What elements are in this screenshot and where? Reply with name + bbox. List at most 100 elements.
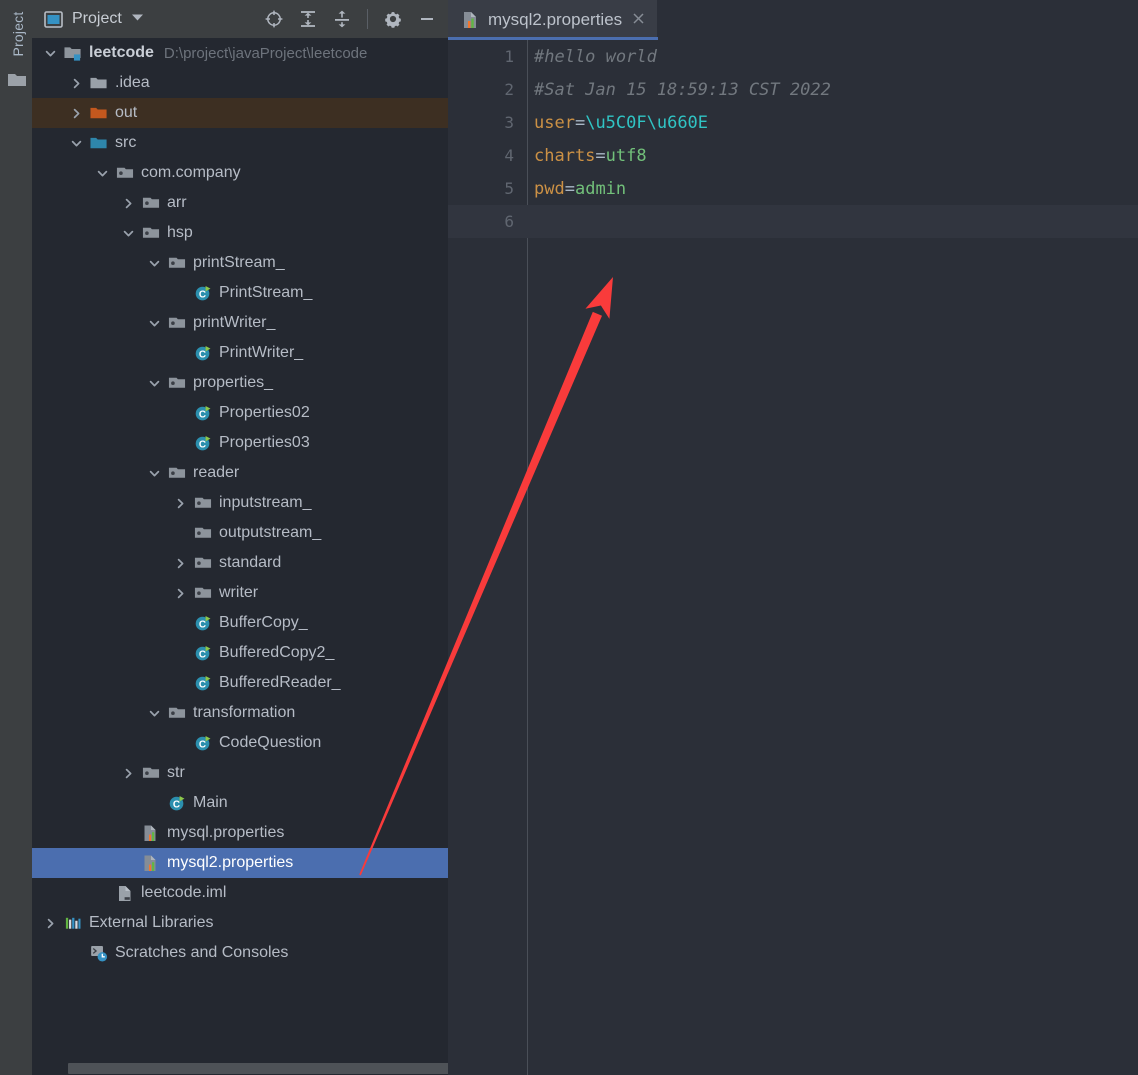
- tree-chevron-right-icon[interactable]: [68, 75, 84, 91]
- tree-row[interactable]: arr: [32, 188, 448, 218]
- code-line[interactable]: 4 charts=utf8: [448, 139, 1138, 172]
- package-icon: [168, 464, 186, 482]
- tree-row[interactable]: C PrintWriter_: [32, 338, 448, 368]
- tree-row-label: PrintStream_: [219, 284, 313, 301]
- code-token: \u5C0F\u660E: [585, 112, 709, 133]
- tree-chevron-right-icon[interactable]: [68, 105, 84, 121]
- tree-row[interactable]: properties_: [32, 368, 448, 398]
- tree-row-label: Properties03: [219, 434, 310, 451]
- tree-chevron-down-icon[interactable]: [146, 705, 162, 721]
- svg-text:C: C: [199, 349, 206, 360]
- tree-row[interactable]: printStream_: [32, 248, 448, 278]
- tree-chevron-right-icon[interactable]: [42, 915, 58, 931]
- editor-tab-mysql2-properties[interactable]: mysql2.properties: [448, 0, 658, 40]
- tree-row[interactable]: C Main: [32, 788, 448, 818]
- java-class-icon: C: [194, 344, 212, 362]
- tree-row[interactable]: standard: [32, 548, 448, 578]
- tree-row[interactable]: C BufferedReader_: [32, 668, 448, 698]
- tool-strip-project-label[interactable]: Project: [10, 0, 26, 70]
- tree-row[interactable]: com.company: [32, 158, 448, 188]
- tree-row[interactable]: mysql.properties: [32, 818, 448, 848]
- project-panel-hscrollbar-track[interactable]: [32, 1062, 474, 1075]
- iml-module-icon: [116, 884, 134, 902]
- chevron-down-icon[interactable]: [131, 13, 144, 25]
- idea-window: Project Project leetcode D:\project\java…: [0, 0, 1138, 1075]
- line-number: 5: [504, 179, 514, 198]
- tree-row[interactable]: mysql2.properties: [32, 848, 448, 878]
- tree-chevron-placeholder: [120, 825, 136, 841]
- code-line[interactable]: 3 user=\u5C0F\u660E: [448, 106, 1138, 139]
- project-panel-hscrollbar-thumb[interactable]: [68, 1063, 474, 1074]
- tree-row[interactable]: inputstream_: [32, 488, 448, 518]
- tree-row-label: outputstream_: [219, 524, 322, 541]
- tree-row[interactable]: out: [32, 98, 448, 128]
- tree-row[interactable]: C CodeQuestion: [32, 728, 448, 758]
- tree-row[interactable]: .idea: [32, 68, 448, 98]
- expand-all-icon[interactable]: [297, 8, 319, 30]
- tree-chevron-down-icon[interactable]: [68, 135, 84, 151]
- tree-row[interactable]: External Libraries: [32, 908, 448, 938]
- minimize-icon[interactable]: [416, 8, 438, 30]
- tree-row[interactable]: printWriter_: [32, 308, 448, 338]
- package-icon: [194, 554, 212, 572]
- tree-row[interactable]: C Properties02: [32, 398, 448, 428]
- code-line[interactable]: 2 #Sat Jan 15 18:59:13 CST 2022: [448, 73, 1138, 106]
- tree-chevron-right-icon[interactable]: [172, 585, 188, 601]
- svg-text:C: C: [199, 679, 206, 690]
- tree-row[interactable]: hsp: [32, 218, 448, 248]
- code-line[interactable]: 6: [448, 205, 1138, 238]
- close-icon[interactable]: [632, 12, 645, 28]
- editor-tab-label: mysql2.properties: [488, 10, 623, 29]
- collapse-all-icon[interactable]: [331, 8, 353, 30]
- tree-chevron-right-icon[interactable]: [172, 555, 188, 571]
- tree-chevron-down-icon[interactable]: [146, 255, 162, 271]
- tree-chevron-down-icon[interactable]: [94, 165, 110, 181]
- tree-row[interactable]: Scratches and Consoles: [32, 938, 448, 968]
- editor-tab-bar: mysql2.properties: [448, 0, 1138, 40]
- tree-chevron-placeholder: [172, 285, 188, 301]
- tree-chevron-right-icon[interactable]: [172, 495, 188, 511]
- tree-row[interactable]: C Properties03: [32, 428, 448, 458]
- tree-row[interactable]: outputstream_: [32, 518, 448, 548]
- tree-row-label: reader: [193, 464, 240, 481]
- tree-chevron-down-icon[interactable]: [146, 375, 162, 391]
- folder-icon[interactable]: [7, 72, 27, 93]
- tree-chevron-right-icon[interactable]: [120, 195, 136, 211]
- tree-row[interactable]: str: [32, 758, 448, 788]
- tree-chevron-right-icon[interactable]: [120, 765, 136, 781]
- tree-chevron-down-icon[interactable]: [146, 465, 162, 481]
- tree-chevron-placeholder: [94, 885, 110, 901]
- tree-row-label: inputstream_: [219, 494, 312, 511]
- excluded-folder-icon: [90, 104, 108, 122]
- tree-row[interactable]: transformation: [32, 698, 448, 728]
- java-class-icon: C: [194, 404, 212, 422]
- tree-row[interactable]: src: [32, 128, 448, 158]
- gear-icon[interactable]: [382, 8, 404, 30]
- tree-row[interactable]: leetcode.iml: [32, 878, 448, 908]
- code-token: utf8: [605, 145, 647, 166]
- package-icon: [194, 524, 212, 542]
- svg-text:C: C: [199, 439, 206, 450]
- project-tree[interactable]: leetcode D:\project\javaProject\leetcode.…: [32, 38, 448, 1038]
- tree-chevron-down-icon[interactable]: [42, 45, 58, 61]
- code-line[interactable]: 5 pwd=admin: [448, 172, 1138, 205]
- tree-row-path: D:\project\javaProject\leetcode: [163, 44, 368, 62]
- tree-chevron-placeholder: [172, 525, 188, 541]
- code-line[interactable]: 1 #hello world: [448, 40, 1138, 73]
- tree-row[interactable]: leetcode D:\project\javaProject\leetcode: [32, 38, 448, 68]
- tree-chevron-placeholder: [172, 645, 188, 661]
- package-icon: [194, 584, 212, 602]
- tree-row[interactable]: C PrintStream_: [32, 278, 448, 308]
- code-editor[interactable]: 1 #hello world 2 #Sat Jan 15 18:59:13 CST 2…: [448, 40, 1138, 1075]
- tree-row-label: leetcode: [89, 44, 154, 61]
- tree-row[interactable]: C BufferCopy_: [32, 608, 448, 638]
- locate-icon[interactable]: [263, 8, 285, 30]
- tree-chevron-down-icon[interactable]: [146, 315, 162, 331]
- tree-chevron-down-icon[interactable]: [120, 225, 136, 241]
- tree-row-label: printWriter_: [193, 314, 276, 331]
- code-token: pwd: [534, 178, 565, 199]
- tree-row[interactable]: reader: [32, 458, 448, 488]
- code-token: =: [574, 112, 586, 133]
- tree-row[interactable]: writer: [32, 578, 448, 608]
- tree-row[interactable]: C BufferedCopy2_: [32, 638, 448, 668]
